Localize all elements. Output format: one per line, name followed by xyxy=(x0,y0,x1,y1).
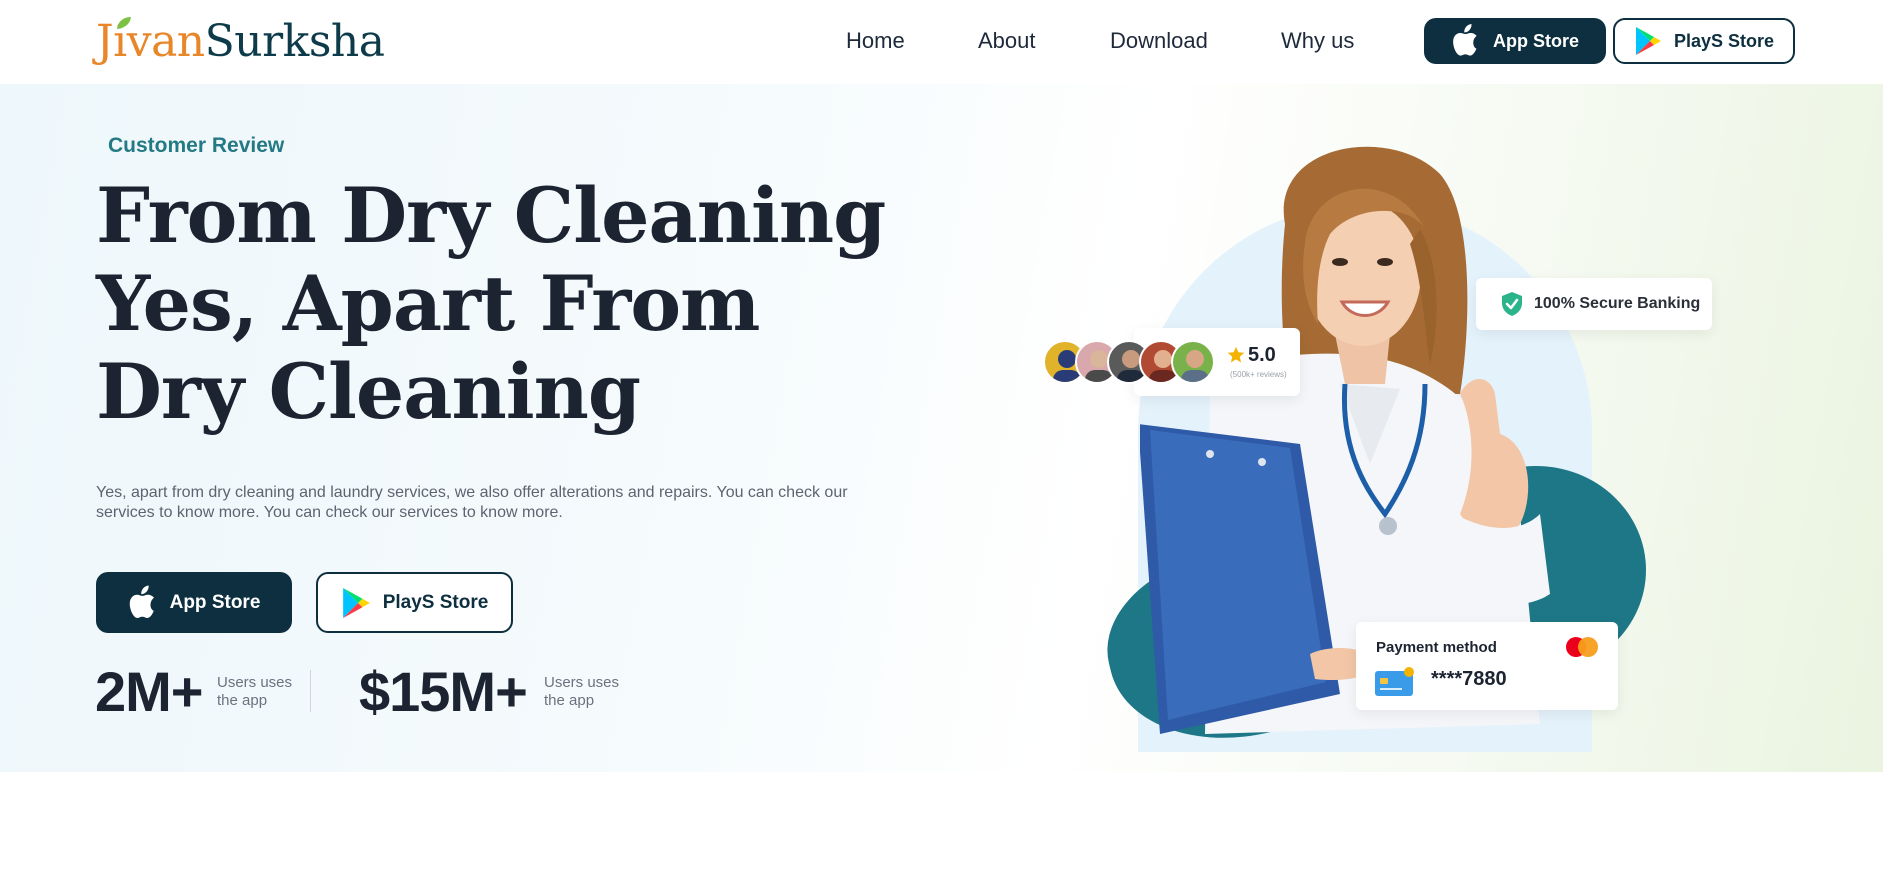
secure-banking-card: 100% Secure Banking xyxy=(1476,278,1712,330)
nav-about[interactable]: About xyxy=(978,28,1036,54)
hero-app-store-label: App Store xyxy=(169,591,261,613)
mastercard-icon xyxy=(1566,637,1598,657)
rating-value: 5.0 xyxy=(1248,344,1276,366)
header-app-store-button[interactable]: App Store xyxy=(1424,18,1606,64)
payment-card-number: ****7880 xyxy=(1431,668,1507,690)
nav-home[interactable]: Home xyxy=(846,28,905,54)
hero-play-store-label: PlayS Store xyxy=(382,591,489,613)
secure-banking-label: 100% Secure Banking xyxy=(1534,295,1701,312)
hero-play-store-button[interactable]: PlayS Store xyxy=(316,572,513,633)
payment-method-title: Payment method xyxy=(1376,639,1497,656)
header-play-store-label: PlayS Store xyxy=(1673,30,1775,51)
stat-revenue-value: $15M+ xyxy=(359,660,528,723)
logo-part1: Jivan xyxy=(96,16,205,67)
hero-description: Yes, apart from dry cleaning and laundry… xyxy=(96,484,848,521)
stat-revenue-caption: Users uses the app xyxy=(544,674,620,709)
header-play-store-button[interactable]: PlayS Store xyxy=(1613,18,1795,64)
apple-icon xyxy=(1453,24,1477,56)
nav-download[interactable]: Download xyxy=(1110,28,1208,54)
payment-method-card: Payment method ****7880 xyxy=(1356,622,1618,710)
shield-check-icon xyxy=(1502,292,1522,316)
leaf-icon xyxy=(117,17,131,29)
nav-why-us[interactable]: Why us xyxy=(1281,28,1354,54)
play-store-icon xyxy=(1635,27,1661,55)
stat-users-caption: Users uses the app xyxy=(217,674,293,709)
stat-users-value: 2M+ xyxy=(95,660,203,723)
stat-divider xyxy=(310,670,311,712)
rating-subtext: (500k+ reviews) xyxy=(1230,370,1287,379)
apple-icon xyxy=(129,585,154,618)
header-app-store-label: App Store xyxy=(1492,30,1579,51)
credit-card-icon xyxy=(1375,667,1414,696)
logo[interactable]: JivanSurksha xyxy=(96,14,385,70)
hero-headline: From Dry Cleaning Yes, Apart From Dry Cl… xyxy=(96,171,886,436)
star-icon xyxy=(1227,346,1245,363)
site-header: JivanSurksha Home About Download Why us … xyxy=(0,0,1883,84)
hero-eyebrow: Customer Review xyxy=(108,134,285,157)
logo-part2: Surksha xyxy=(204,16,385,67)
play-store-icon xyxy=(342,587,370,618)
avatar xyxy=(1171,340,1215,384)
hero-app-store-button[interactable]: App Store xyxy=(96,572,292,633)
